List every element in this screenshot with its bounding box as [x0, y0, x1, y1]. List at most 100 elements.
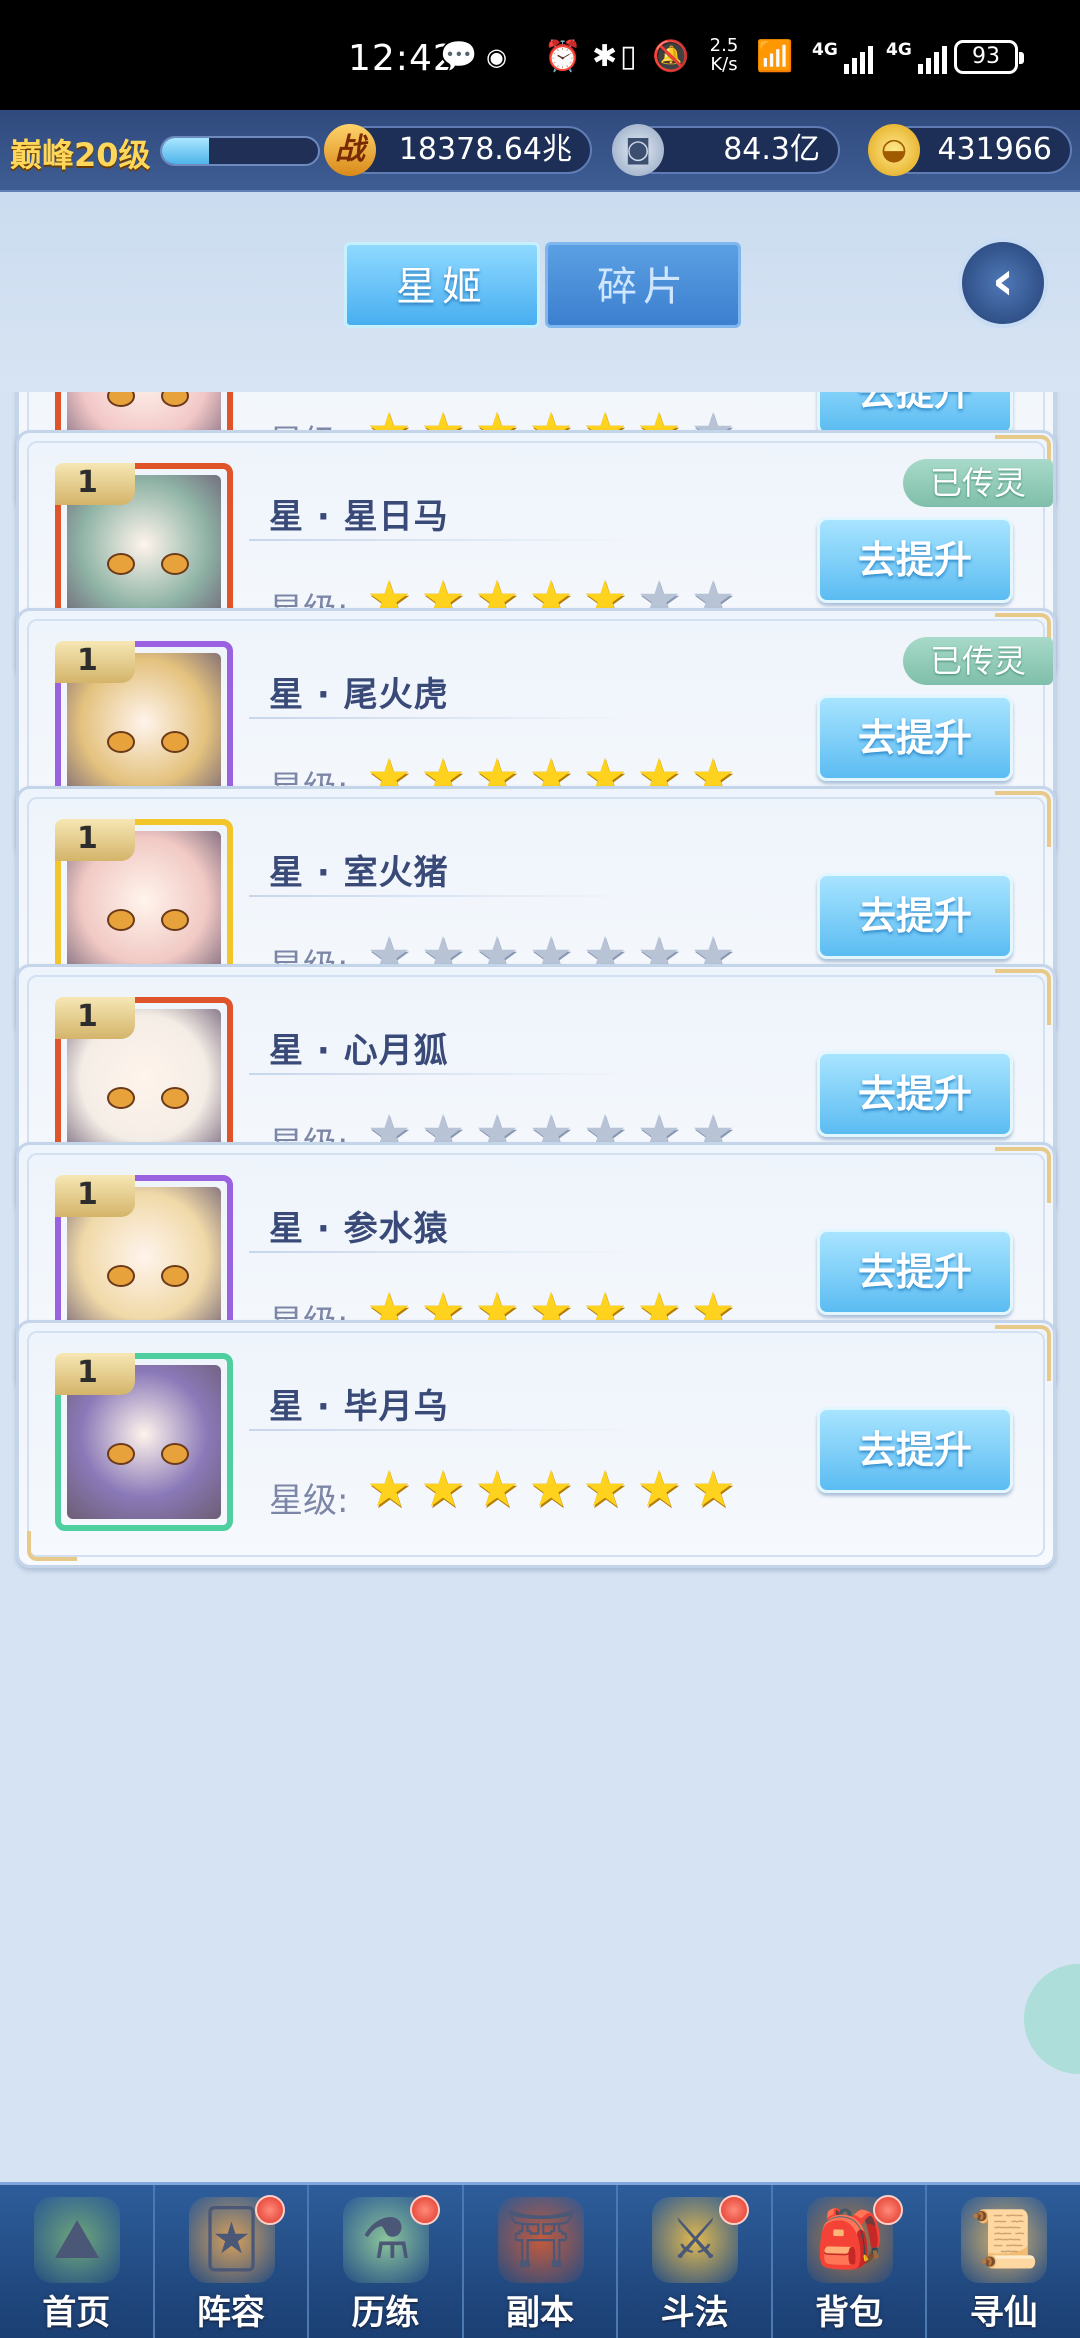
portrait-eyes — [103, 909, 193, 931]
back-arrow-icon: ‹ — [991, 249, 1015, 312]
portrait-eyes — [103, 392, 193, 407]
seek-immortal-icon: 📜 — [961, 2197, 1048, 2283]
gold-value: 431966 — [937, 132, 1052, 167]
hero-level-badge: 1 — [55, 1353, 135, 1395]
corner-ornament — [995, 969, 1051, 1025]
dungeon-icon: ⛩ — [497, 2197, 584, 2283]
gold-ingot-icon: ◒ — [868, 124, 920, 176]
corner-ornament — [995, 1147, 1051, 1203]
power-icon: 战 — [324, 124, 376, 176]
corner-ornament — [27, 1531, 77, 1561]
spirit-transferred-badge: 已传灵 — [903, 637, 1053, 685]
corner-ornament — [995, 791, 1051, 847]
bluetooth-icon: ✱ — [592, 39, 618, 74]
portrait-eyes — [103, 553, 193, 575]
nav-lineup[interactable]: 🃏 阵容 — [155, 2185, 310, 2338]
net-speed: 2.5 K/s — [709, 35, 739, 75]
divider — [249, 539, 639, 541]
star-filled-icon: ★ — [528, 1460, 574, 1518]
battery-icon: 93 — [954, 40, 1024, 74]
nav-label: 阵容 — [196, 2293, 265, 2333]
alarm-icon: ⏰ — [544, 39, 582, 74]
signal-icon: 4G — [812, 40, 873, 74]
nav-battle[interactable]: ⚔ 斗法 — [618, 2185, 773, 2338]
hero-level-badge: 1 — [55, 463, 135, 505]
nav-label: 寻仙 — [969, 2293, 1038, 2333]
app-notification-icon: ◉ — [486, 43, 507, 71]
rank-label: 巅峰20级 — [10, 136, 151, 174]
nav-dungeon[interactable]: ⛩ 副本 — [464, 2185, 619, 2338]
divider — [249, 895, 639, 897]
hero-list[interactable]: 星级:★★★★★★★去提升1星 · 星日马星级:★★★★★★★已传灵去提升1星 … — [0, 392, 1080, 2182]
notification-dot — [718, 2195, 749, 2225]
home-icon: ⛰ — [34, 2197, 120, 2283]
tab-header: 星姬 碎片 ‹ — [0, 192, 1080, 392]
upgrade-button[interactable]: 去提升 — [817, 695, 1013, 781]
nav-training[interactable]: ⚗ 历练 — [309, 2185, 464, 2338]
upgrade-button[interactable]: 去提升 — [817, 1051, 1013, 1137]
portrait-eyes — [103, 1265, 193, 1287]
resource-bar: 巅峰20级 战 18378.64兆 ◙ 84.3亿 ◒ 431966 — [0, 110, 1080, 192]
star-filled-icon: ★ — [474, 1460, 520, 1518]
upgrade-button[interactable]: 去提升 — [817, 517, 1013, 603]
silver-value: 84.3亿 — [723, 132, 820, 167]
portrait-eyes — [103, 1087, 193, 1109]
status-bar: 12:42 💬 ◉ ⏰ ✱ ▯ 🔕 2.5 K/s 📶 4G 4G 93 — [0, 0, 1080, 110]
nav-bag[interactable]: 🎒 背包 — [773, 2185, 928, 2338]
gold-display[interactable]: ◒ 431966 — [868, 124, 1072, 176]
tab-fragments[interactable]: 碎片 — [545, 242, 741, 328]
vibrate-icon: ▯ — [620, 39, 637, 74]
star-filled-icon: ★ — [690, 1460, 736, 1518]
notification-dot — [255, 2195, 286, 2225]
portrait-eyes — [103, 731, 193, 753]
hero-name: 星 · 参水猿 — [269, 1209, 449, 1249]
star-filled-icon: ★ — [366, 1460, 412, 1518]
divider — [249, 1429, 639, 1431]
back-button[interactable]: ‹ — [958, 238, 1048, 328]
star-filled-icon: ★ — [582, 1460, 628, 1518]
star-filled-icon: ★ — [636, 1460, 682, 1518]
spirit-transferred-badge: 已传灵 — [903, 459, 1053, 507]
hero-avatar[interactable]: 1 — [55, 1353, 233, 1531]
hero-name: 星 · 室火猪 — [269, 853, 449, 893]
signal-icon: 4G — [886, 40, 947, 74]
hero-name: 星 · 尾火虎 — [269, 675, 449, 715]
hero-name: 星 · 星日马 — [269, 497, 449, 537]
notification-dot — [873, 2195, 904, 2225]
hero-name: 星 · 毕月乌 — [269, 1387, 449, 1427]
mute-icon: 🔕 — [652, 39, 690, 74]
nav-seek-immortal[interactable]: 📜 寻仙 — [927, 2185, 1080, 2338]
upgrade-button[interactable]: 去提升 — [817, 1229, 1013, 1315]
hero-level-badge: 1 — [55, 1175, 135, 1217]
bottom-nav: ⛰ 首页 🃏 阵容 ⚗ 历练 ⛩ 副本 ⚔ 斗法 🎒 背包 📜 寻仙 — [0, 2182, 1080, 2338]
corner-ornament — [995, 1325, 1051, 1381]
nav-label: 斗法 — [660, 2293, 729, 2333]
hero-level-badge: 1 — [55, 819, 135, 861]
nav-label: 历练 — [351, 2293, 420, 2333]
star-level-label: 星级: — [269, 1481, 349, 1521]
star-filled-icon: ★ — [420, 1460, 466, 1518]
silver-display: ◙ 84.3亿 — [612, 124, 840, 176]
star-rating: ★★★★★★★ — [363, 1463, 739, 1515]
divider — [249, 717, 639, 719]
tab-hero[interactable]: 星姬 — [344, 242, 540, 328]
nav-label: 首页 — [42, 2293, 111, 2333]
power-display: 战 18378.64兆 — [324, 124, 592, 176]
divider — [249, 1251, 639, 1253]
hero-card[interactable]: 1星 · 毕月乌 星级: ★ ★ ★ ★ ★ ★ ★ 去提升 — [16, 1320, 1056, 1568]
power-value: 18378.64兆 — [398, 132, 572, 167]
upgrade-button[interactable]: 去提升 — [817, 873, 1013, 959]
hero-level-badge: 1 — [55, 997, 135, 1039]
nav-label: 副本 — [506, 2293, 575, 2333]
upgrade-button[interactable]: 去提升 — [817, 392, 1013, 435]
hero-level-badge: 1 — [55, 641, 135, 683]
silver-coin-icon: ◙ — [612, 124, 664, 176]
portrait-eyes — [103, 1443, 193, 1465]
nav-home[interactable]: ⛰ 首页 — [0, 2185, 155, 2338]
nav-label: 背包 — [815, 2293, 884, 2333]
wifi-icon: 📶 — [756, 39, 794, 74]
hero-name: 星 · 心月狐 — [269, 1031, 449, 1071]
divider — [249, 1073, 639, 1075]
upgrade-button[interactable]: 去提升 — [817, 1407, 1013, 1493]
wechat-icon: 💬 — [440, 39, 478, 74]
